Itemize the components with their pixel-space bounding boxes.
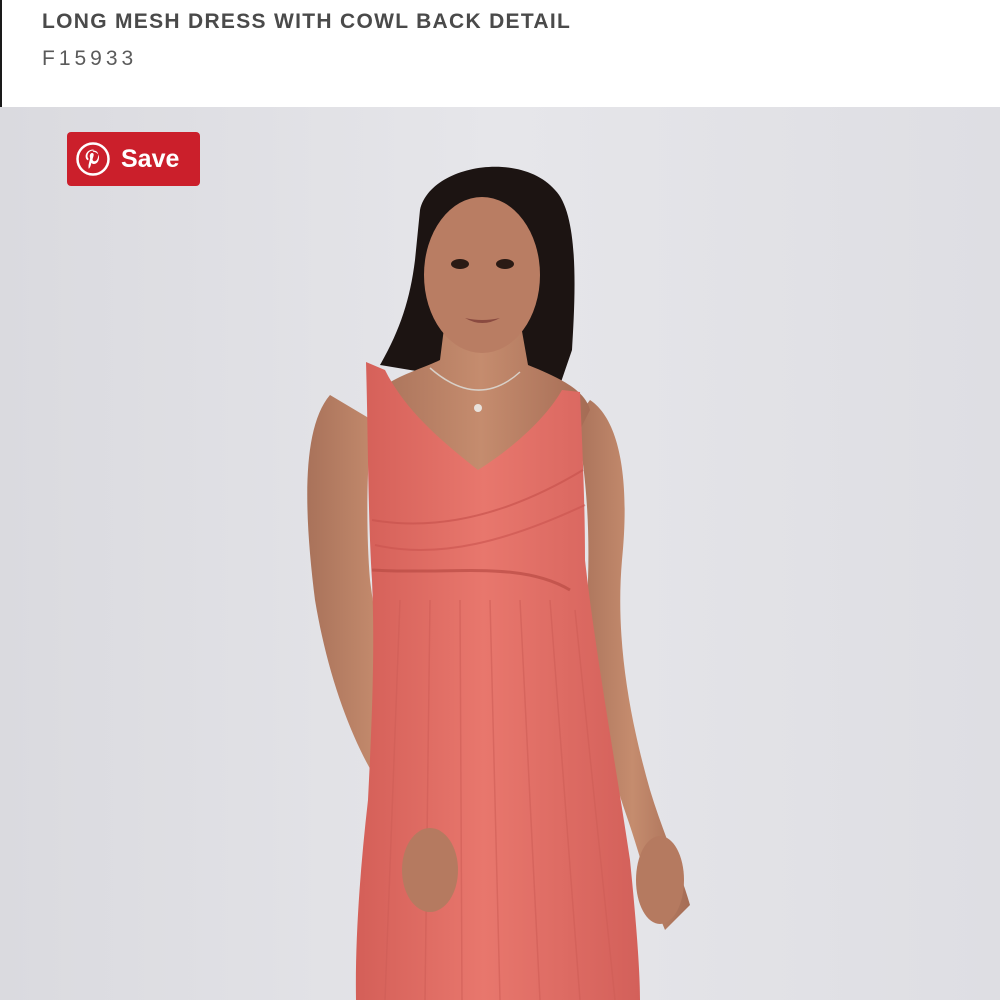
pinterest-icon xyxy=(76,142,110,176)
pinterest-save-button[interactable]: Save xyxy=(67,132,200,186)
product-header: LONG MESH DRESS WITH COWL BACK DETAIL F1… xyxy=(0,0,1000,107)
right-eye xyxy=(496,259,514,269)
left-eye xyxy=(451,259,469,269)
model-illustration xyxy=(0,107,1000,1000)
face xyxy=(424,197,540,353)
left-hand xyxy=(402,828,458,912)
product-sku: F15933 xyxy=(42,47,138,70)
product-title: LONG MESH DRESS WITH COWL BACK DETAIL xyxy=(42,10,572,33)
necklace-pendant xyxy=(474,404,482,412)
header-left-border xyxy=(0,0,2,107)
product-page: LONG MESH DRESS WITH COWL BACK DETAIL F1… xyxy=(0,0,1000,1000)
right-hand xyxy=(636,836,684,924)
product-photo[interactable] xyxy=(0,107,1000,1000)
save-label: Save xyxy=(121,144,180,173)
